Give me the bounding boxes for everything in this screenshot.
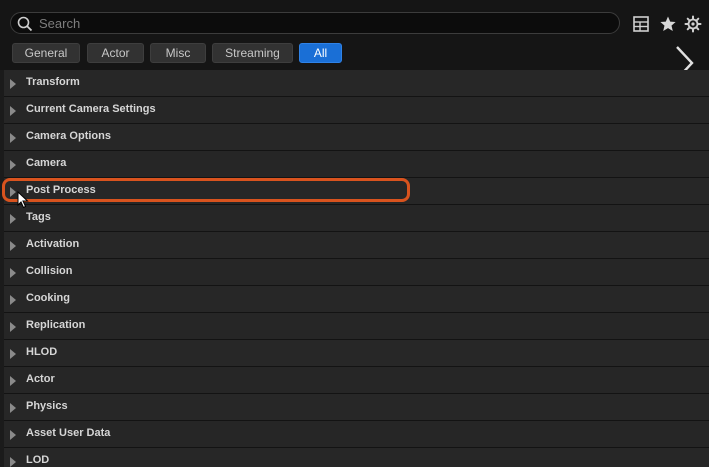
category-camera[interactable]: Camera [4, 151, 709, 178]
mouse-cursor-icon [17, 191, 29, 209]
category-camera-options[interactable]: Camera Options [4, 124, 709, 151]
category-collision[interactable]: Collision [4, 259, 709, 286]
expand-arrow-icon[interactable] [10, 79, 16, 89]
category-lod[interactable]: LOD [4, 448, 709, 467]
expand-arrow-icon[interactable] [10, 241, 16, 251]
tab-actor[interactable]: Actor [87, 43, 144, 63]
tab-all[interactable]: All [299, 43, 342, 63]
expand-arrow-icon[interactable] [10, 160, 16, 170]
category-physics[interactable]: Physics [4, 394, 709, 421]
tab-streaming[interactable]: Streaming [212, 43, 293, 63]
expand-arrow-icon[interactable] [10, 349, 16, 359]
category-list: Transform Current Camera Settings Camera… [4, 70, 709, 467]
category-actor[interactable]: Actor [4, 367, 709, 394]
details-panel: Search General Actor Misc Streaming All … [0, 0, 709, 467]
tab-misc[interactable]: Misc [150, 43, 206, 63]
category-tags[interactable]: Tags [4, 205, 709, 232]
expand-arrow-icon[interactable] [10, 322, 16, 332]
expand-arrow-icon[interactable] [10, 133, 16, 143]
expand-arrow-icon[interactable] [10, 430, 16, 440]
expand-arrow-icon[interactable] [10, 457, 16, 467]
expand-arrow-icon[interactable] [10, 295, 16, 305]
expand-arrow-icon[interactable] [10, 268, 16, 278]
expand-arrow-icon[interactable] [10, 403, 16, 413]
expand-arrow-icon[interactable] [10, 376, 16, 386]
category-transform[interactable]: Transform [4, 70, 709, 97]
category-current-camera-settings[interactable]: Current Camera Settings [4, 97, 709, 124]
category-activation[interactable]: Activation [4, 232, 709, 259]
category-cooking[interactable]: Cooking [4, 286, 709, 313]
table-view-icon[interactable] [632, 15, 650, 33]
details-toolbar: Search General Actor Misc Streaming All [0, 0, 709, 80]
category-asset-user-data[interactable]: Asset User Data [4, 421, 709, 448]
expand-arrow-icon[interactable] [10, 106, 16, 116]
category-replication[interactable]: Replication [4, 313, 709, 340]
star-icon[interactable] [659, 15, 677, 33]
expand-arrow-icon[interactable] [10, 187, 16, 197]
search-icon [17, 16, 33, 32]
tab-general[interactable]: General [12, 43, 80, 63]
search-input[interactable]: Search [10, 12, 620, 34]
expand-arrow-icon[interactable] [10, 214, 16, 224]
category-hlod[interactable]: HLOD [4, 340, 709, 367]
category-post-process[interactable]: Post Process [4, 178, 709, 205]
settings-gear-icon[interactable] [684, 15, 702, 33]
search-placeholder: Search [39, 16, 81, 31]
